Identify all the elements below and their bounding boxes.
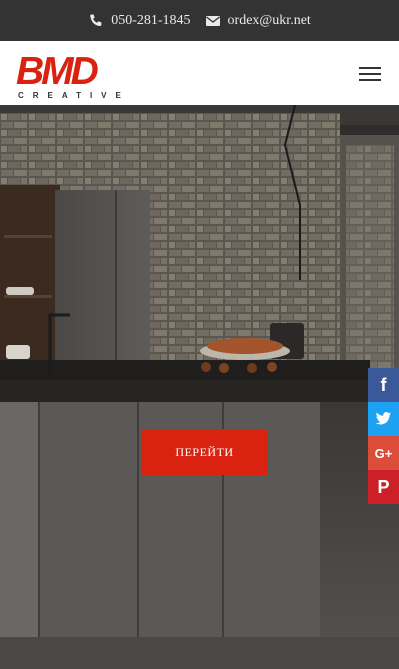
facebook-share-button[interactable]: f — [368, 368, 399, 402]
pinterest-share-button[interactable]: P — [368, 470, 399, 504]
pinterest-icon: P — [377, 476, 390, 497]
email-contact[interactable]: ordex@ukr.net — [205, 13, 311, 29]
phone-number[interactable]: 050-281-1845 — [111, 13, 190, 29]
go-button[interactable]: ПЕРЕЙТИ — [141, 429, 268, 475]
hero-section: ПЕРЕЙТИ f G+ P — [0, 105, 399, 669]
facebook-icon: f — [380, 374, 387, 395]
social-share-bar: f G+ P — [368, 368, 399, 504]
email-address[interactable]: ordex@ukr.net — [228, 13, 311, 29]
phone-contact[interactable]: 050-281-1845 — [88, 13, 191, 29]
twitter-share-button[interactable] — [368, 402, 399, 436]
site-header: BMD CREATIVE — [0, 41, 399, 105]
phone-icon — [90, 14, 102, 26]
googleplus-share-button[interactable]: G+ — [368, 436, 399, 470]
hamburger-menu-icon[interactable] — [359, 67, 381, 81]
bmd-creative-logo[interactable]: BMD CREATIVE — [16, 50, 131, 100]
contact-bar: 050-281-1845 ordex@ukr.net — [0, 0, 399, 41]
svg-text:BMD: BMD — [16, 50, 99, 93]
svg-text:CREATIVE: CREATIVE — [18, 91, 130, 100]
kitchen-photo — [0, 105, 399, 669]
envelope-icon — [205, 15, 220, 26]
twitter-icon — [375, 412, 392, 425]
googleplus-icon: G+ — [374, 445, 393, 461]
